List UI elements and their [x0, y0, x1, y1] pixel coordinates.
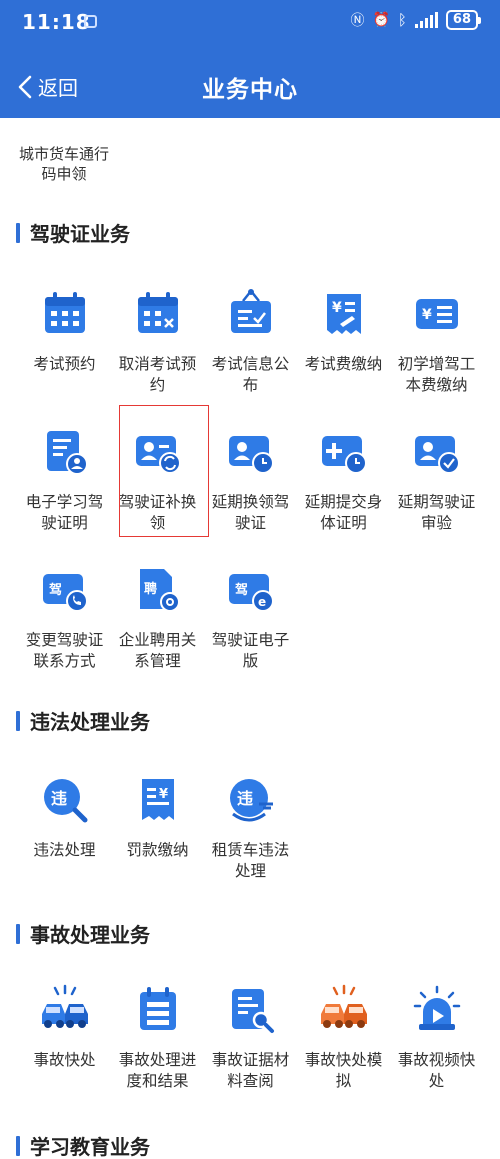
page-title: 业务中心 [202, 77, 298, 103]
svg-text:¥: ¥ [422, 307, 432, 323]
truck-pass-entry[interactable]: 城市货车通行码申领 [16, 144, 112, 184]
section-accent-bar [16, 923, 20, 944]
violation-services-grid: 违 违法处理 ¥ 罚款缴纳 违 租赁车违法处理 [18, 752, 488, 890]
nfc-icon: Ⓝ [350, 13, 365, 29]
fee-card-icon: ¥ [415, 299, 458, 329]
service-accident-evidence[interactable]: 事故证据材料查阅 [204, 962, 297, 1100]
license-clock-icon [228, 436, 274, 474]
service-exam-fee[interactable]: ¥ 考试费缴纳 [297, 266, 390, 404]
service-beginner-fee[interactable]: ¥ 初学增驾工本费缴纳 [390, 266, 483, 404]
battery-icon: 68 [445, 10, 482, 30]
evidence-search-icon [231, 989, 274, 1033]
section-accent-bar [16, 222, 20, 243]
alarm-icon: ⏰ [372, 12, 390, 28]
svg-text:¥: ¥ [332, 300, 342, 316]
car-accident-orange-icon [320, 984, 367, 1028]
service-label: 考试信息公布 [211, 355, 290, 394]
car-accident-icon [41, 984, 88, 1028]
section-title-license: 驾驶证业务 [16, 218, 130, 247]
service-accident-video[interactable]: 事故视频快处 [390, 962, 483, 1100]
section-accent-bar [16, 710, 20, 731]
service-label: 罚款缴纳 [126, 841, 189, 859]
rental-violation-icon: 违 [229, 779, 273, 822]
license-services-grid: 考试预约 取消考试预约 考试信息公布 ¥ 考试费缴纳 ¥ 初学增驾工本费缴纳 电… [18, 266, 488, 680]
header: 11:18 Ⓝ ⏰ ᛒ 68 返回 业务中心 [0, 0, 500, 118]
fee-receipt-icon: ¥ [326, 294, 361, 334]
service-label: 延期换领驾驶证 [211, 493, 290, 532]
service-label: 事故快处模拟 [304, 1051, 383, 1090]
service-fine-payment[interactable]: ¥ 罚款缴纳 [111, 752, 204, 890]
service-label: 考试预约 [33, 355, 96, 373]
section-title-education: 学习教育业务 [16, 1131, 150, 1159]
status-bar: 11:18 Ⓝ ⏰ ᛒ 68 [0, 0, 500, 48]
service-cancel-exam[interactable]: 取消考试预约 [111, 266, 204, 404]
service-accident-quick[interactable]: 事故快处 [18, 962, 111, 1100]
section-title-text: 驾驶证业务 [30, 222, 130, 246]
service-label: 事故快处 [33, 1051, 96, 1069]
svg-text:驾: 驾 [49, 582, 62, 598]
service-defer-medical-proof[interactable]: 延期提交身体证明 [297, 404, 390, 542]
service-change-contact[interactable]: 驾 变更驾驶证联系方式 [18, 542, 111, 680]
license-electronic-icon: 驾 e [228, 574, 274, 612]
service-label: 租赁车违法处理 [211, 841, 290, 880]
accident-services-grid: 事故快处 事故处理进度和结果 事故证据材料查阅 事故快处模拟 事故视频快处 [18, 962, 488, 1100]
service-label: 驾驶证电子版 [211, 631, 290, 670]
section-title-text: 违法处理业务 [30, 710, 150, 734]
service-defer-license-audit[interactable]: 延期驾驶证审验 [390, 404, 483, 542]
svg-text:驾: 驾 [235, 582, 248, 598]
medical-clock-icon [321, 436, 367, 474]
notification-icon [84, 15, 97, 28]
svg-text:违: 违 [237, 789, 253, 808]
service-employment-mgmt[interactable]: 聘 企业聘用关系管理 [111, 542, 204, 680]
highlight-box [119, 405, 209, 537]
notice-board-icon [230, 289, 271, 333]
service-label: 违法处理 [33, 841, 96, 859]
status-icons: Ⓝ ⏰ ᛒ 68 [350, 10, 482, 30]
svg-text:聘: 聘 [144, 581, 157, 597]
service-exam-booking[interactable]: 考试预约 [18, 266, 111, 404]
nav-bar: 返回 业务中心 [0, 52, 500, 118]
violation-search-icon: 违 [43, 779, 87, 823]
service-label: 企业聘用关系管理 [118, 631, 197, 670]
service-label: 变更驾驶证联系方式 [25, 631, 104, 670]
service-label: 事故证据材料查阅 [211, 1051, 290, 1090]
fine-receipt-icon: ¥ [141, 779, 174, 820]
service-rental-violation[interactable]: 违 租赁车违法处理 [204, 752, 297, 890]
progress-calendar-icon [139, 987, 176, 1030]
section-title-text: 学习教育业务 [30, 1135, 150, 1159]
svg-text:违: 违 [51, 789, 67, 808]
service-electronic-license[interactable]: 驾 e 驾驶证电子版 [204, 542, 297, 680]
license-check-icon [414, 436, 460, 474]
service-label: 事故视频快处 [397, 1051, 476, 1090]
section-title-accident: 事故处理业务 [16, 919, 150, 948]
service-exam-info[interactable]: 考试信息公布 [204, 266, 297, 404]
svg-text:e: e [258, 595, 266, 609]
document-user-icon [46, 431, 88, 475]
bluetooth-icon: ᛒ [397, 11, 407, 29]
service-label: 电子学习驾驶证明 [25, 493, 104, 532]
section-accent-bar [16, 1135, 20, 1156]
service-accident-simulation[interactable]: 事故快处模拟 [297, 962, 390, 1100]
status-time: 11:18 [22, 10, 91, 34]
service-label: 延期提交身体证明 [304, 493, 383, 532]
license-phone-icon: 驾 [42, 574, 88, 612]
service-label: 考试费缴纳 [304, 355, 383, 373]
svg-text:¥: ¥ [159, 787, 168, 802]
calendar-icon [44, 292, 85, 333]
service-violation-handling[interactable]: 违 违法处理 [18, 752, 111, 890]
signal-icon [414, 12, 438, 28]
service-label: 事故处理进度和结果 [118, 1051, 197, 1090]
video-siren-icon [413, 985, 460, 1030]
service-label: 取消考试预约 [118, 355, 197, 394]
hire-settings-icon: 聘 [139, 569, 180, 612]
calendar-cancel-icon [137, 292, 178, 333]
section-title-text: 事故处理业务 [30, 923, 150, 947]
service-label: 初学增驾工本费缴纳 [397, 355, 476, 394]
service-accident-progress[interactable]: 事故处理进度和结果 [111, 962, 204, 1100]
service-defer-license-renewal[interactable]: 延期换领驾驶证 [204, 404, 297, 542]
section-title-violation: 违法处理业务 [16, 706, 150, 735]
service-e-learning-proof[interactable]: 电子学习驾驶证明 [18, 404, 111, 542]
service-label: 延期驾驶证审验 [397, 493, 476, 532]
